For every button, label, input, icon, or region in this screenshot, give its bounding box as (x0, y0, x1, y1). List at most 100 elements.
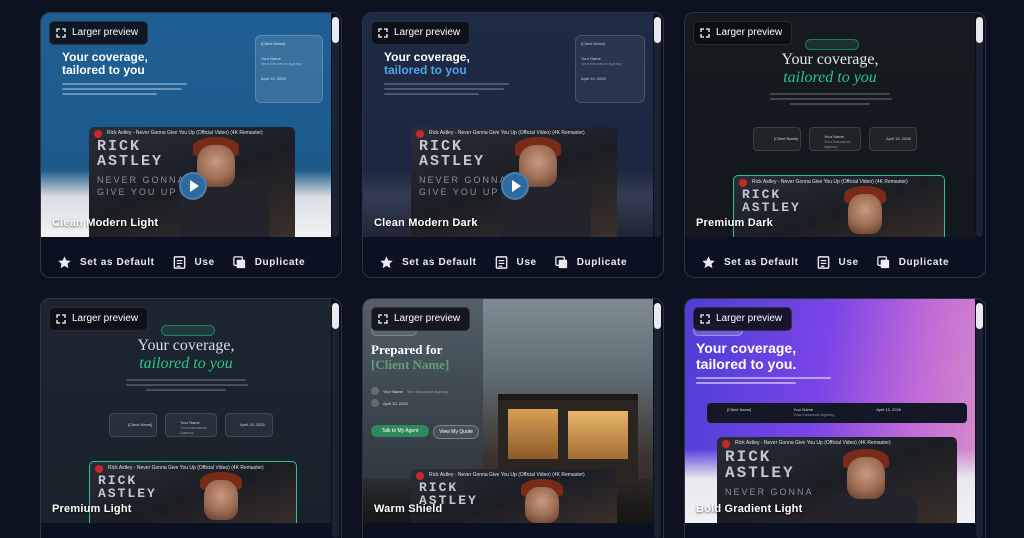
hero-paragraph (126, 379, 251, 395)
larger-preview-button[interactable]: Larger preview (693, 21, 793, 45)
video-title-art: RICK ASTLEY (419, 138, 486, 170)
play-button[interactable] (179, 172, 207, 200)
youtube-icon (416, 130, 424, 138)
template-card-clean-modern-dark: Your coverage, tailored to you [Client Na… (362, 12, 664, 278)
scrollbar[interactable] (654, 303, 661, 329)
hero-title: Your coverage, tailored to you (384, 50, 470, 78)
panel-date: April 15, 2026 (581, 76, 606, 81)
agent-info: Your Name Your Insurance Agency April 15… (371, 387, 448, 407)
duplicate-button[interactable]: Duplicate (876, 255, 949, 270)
template-card-bold-gradient-light: Your coverage, tailored to you. [Client N… (684, 298, 986, 538)
use-button[interactable]: Use (494, 255, 537, 270)
document-icon (817, 255, 829, 269)
info-bar: [Client Name] Your Name Your Insurance A… (707, 403, 967, 423)
document-icon (173, 255, 185, 269)
hero-paragraph (696, 377, 836, 393)
video-subtitle-1: NEVER GONNA (725, 487, 814, 497)
document-icon (495, 255, 507, 269)
template-name: Clean Modern Dark (374, 217, 478, 229)
panel-client: [Client Name] (261, 41, 286, 46)
video-title-art: RICK ASTLEY (742, 187, 801, 215)
info-chip-agent: Your Name Your Insurance Agency (809, 127, 861, 151)
hero-paragraph (384, 83, 514, 99)
info-chip-agent: Your Name Your Insurance Agency (165, 413, 217, 437)
video-title: Rick Astley - Never Gonna Give You Up (O… (735, 440, 891, 446)
expand-icon (378, 28, 388, 38)
youtube-icon (95, 465, 103, 473)
set-default-button[interactable]: Set as Default (379, 255, 477, 270)
expand-icon (56, 314, 66, 324)
scrollbar[interactable] (332, 303, 339, 329)
template-preview[interactable]: Your coverage, tailored to you [Client Na… (41, 13, 331, 237)
star-icon (380, 255, 393, 268)
play-button[interactable] (501, 172, 529, 200)
copy-icon (232, 255, 245, 268)
video-title: Rick Astley - Never Gonna Give You Up (O… (752, 179, 908, 185)
video-title-art: RICK ASTLEY (98, 473, 157, 501)
template-name: Warm Shield (374, 503, 443, 515)
scrollbar[interactable] (976, 303, 983, 329)
card-actions: Set as Default Use Duplicate (363, 245, 663, 277)
template-preview[interactable]: Your coverage, tailored to you [Client Na… (685, 13, 975, 237)
copy-icon (876, 255, 889, 268)
template-preview[interactable]: Your coverage, tailored to you. [Client N… (685, 299, 975, 523)
card-actions: Set as Default Use Duplicate (685, 245, 985, 277)
video-subtitle-2: GIVE YOU UP (97, 187, 178, 197)
template-name: Bold Gradient Light (696, 503, 803, 515)
hero-paragraph (62, 83, 192, 99)
template-preview[interactable]: Your coverage, tailored to you [Client Na… (41, 299, 331, 523)
template-card-premium-dark: Your coverage, tailored to you [Client Na… (684, 12, 986, 278)
scrollbar[interactable] (654, 17, 661, 43)
youtube-icon (416, 472, 424, 480)
star-icon (58, 255, 71, 268)
larger-preview-button[interactable]: Larger preview (371, 307, 471, 331)
larger-preview-button[interactable]: Larger preview (371, 21, 471, 45)
star-icon (702, 255, 715, 268)
hero-title: Your coverage, tailored to you (137, 337, 235, 372)
video-title-art: RICK ASTLEY (97, 138, 164, 170)
info-chip-client: [Client Name] (753, 127, 801, 151)
panel-client: [Client Name] (581, 41, 606, 46)
hero-title: Your coverage, tailored to you (781, 51, 879, 86)
video-subtitle-1: NEVER GONNA (419, 175, 508, 185)
scrollbar[interactable] (976, 17, 983, 43)
hero-title: Prepared for [Client Name] (371, 342, 450, 372)
expand-icon (56, 28, 66, 38)
youtube-icon (94, 130, 102, 138)
video-title-art: RICK ASTLEY (725, 448, 795, 482)
template-card-clean-modern-light: Your coverage, tailored to you [Client Na… (40, 12, 342, 278)
use-button[interactable]: Use (172, 255, 215, 270)
video-title: Rick Astley - Never Gonna Give You Up (O… (429, 472, 585, 478)
copy-icon (554, 255, 567, 268)
duplicate-button[interactable]: Duplicate (232, 255, 305, 270)
template-preview[interactable]: Your coverage, tailored to you [Client Na… (363, 13, 653, 237)
talk-to-agent-button[interactable]: Talk to My Agent (371, 425, 429, 437)
video-title: Rick Astley - Never Gonna Give You Up (O… (429, 130, 585, 136)
card-actions: Set as Default Use Duplicate (41, 245, 341, 277)
set-default-button[interactable]: Set as Default (701, 255, 799, 270)
larger-preview-button[interactable]: Larger preview (49, 307, 149, 331)
video-title: Rick Astley - Never Gonna Give You Up (O… (108, 465, 264, 471)
hero-title: Your coverage, tailored to you (62, 50, 148, 78)
scrollbar[interactable] (332, 17, 339, 43)
expand-icon (700, 28, 710, 38)
duplicate-button[interactable]: Duplicate (554, 255, 627, 270)
panel-agency: Your Insurance Agency (261, 61, 302, 66)
expand-icon (700, 314, 710, 324)
larger-preview-button[interactable]: Larger preview (693, 307, 793, 331)
hero-paragraph (770, 93, 895, 109)
larger-preview-button[interactable]: Larger preview (49, 21, 149, 45)
set-default-button[interactable]: Set as Default (57, 255, 155, 270)
panel-agency: Your Insurance Agency (581, 61, 622, 66)
view-quote-button[interactable]: View My Quote (433, 425, 479, 439)
proposal-info-panel: [Client Name] Your Name Your Insurance A… (255, 35, 323, 103)
proposal-info-panel: [Client Name] Your Name Your Insurance A… (575, 35, 645, 103)
hero-title: Your coverage, tailored to you. (696, 340, 797, 372)
template-card-warm-shield: Prepared for [Client Name] Your Name Your… (362, 298, 664, 538)
video-subtitle-1: NEVER GONNA (97, 175, 186, 185)
info-chip-client: [Client Name] (109, 413, 157, 437)
template-preview[interactable]: Prepared for [Client Name] Your Name Your… (363, 299, 653, 523)
template-name: Premium Dark (696, 217, 773, 229)
use-button[interactable]: Use (816, 255, 859, 270)
video-title: Rick Astley - Never Gonna Give You Up (O… (107, 130, 263, 136)
